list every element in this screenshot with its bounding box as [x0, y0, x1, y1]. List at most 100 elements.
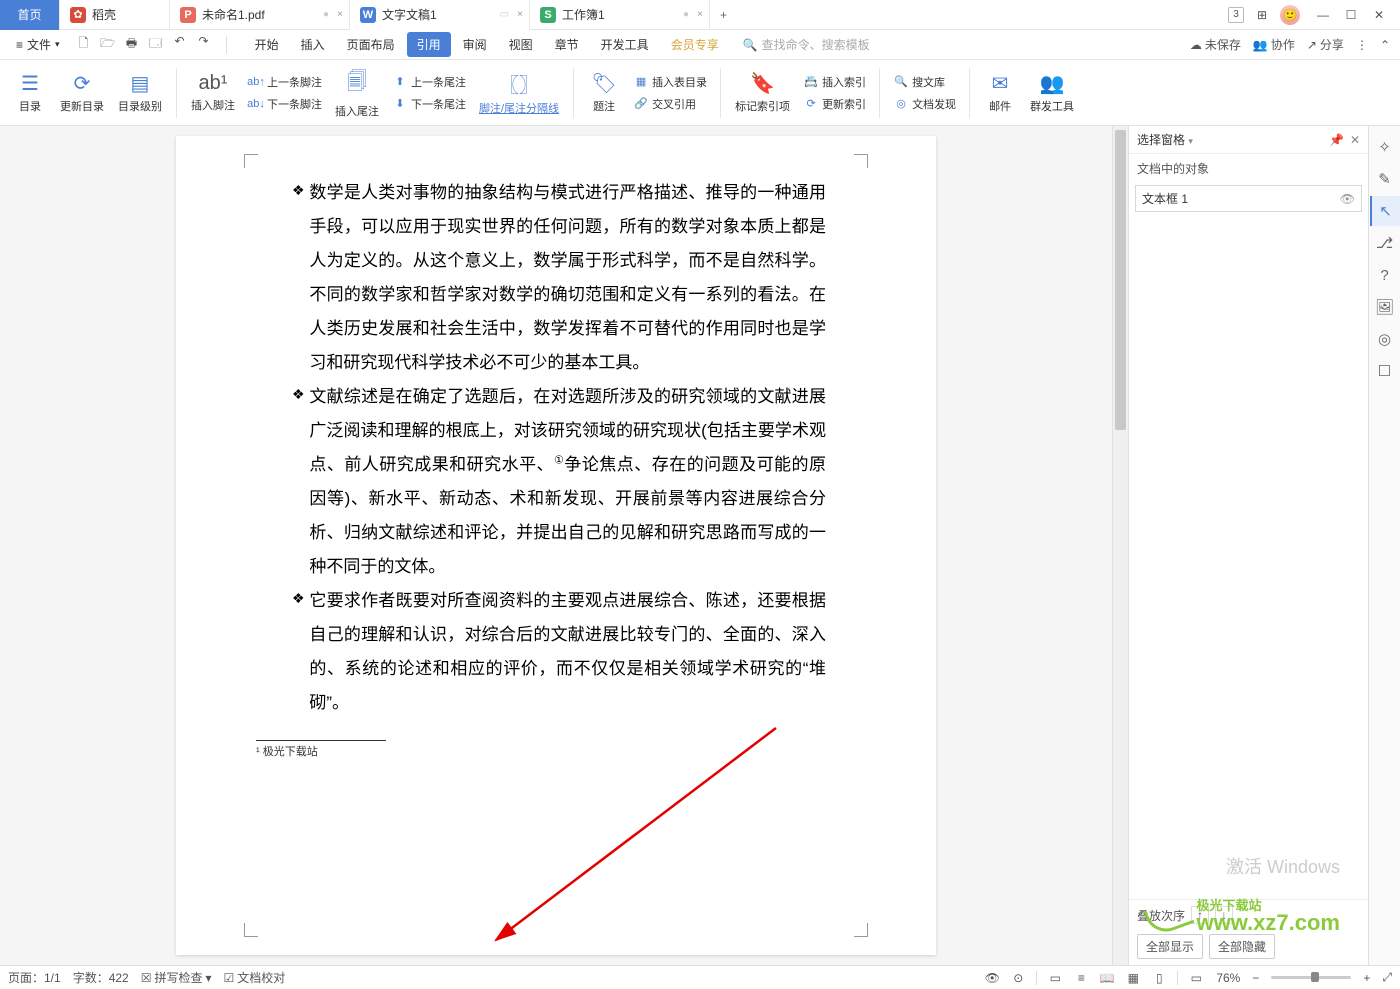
update-toc-button[interactable]: ⟳更新目录 — [56, 69, 108, 116]
close-window-button[interactable]: ✕ — [1366, 2, 1392, 28]
focus-icon[interactable]: ⊙ — [1010, 971, 1026, 985]
present-icon[interactable]: ▭ — [500, 9, 509, 20]
new-tab-button[interactable]: + — [710, 8, 737, 22]
toc-level-button[interactable]: ▤目录级别 — [114, 69, 166, 116]
next-footnote-button[interactable]: ab↓下一条脚注 — [245, 94, 325, 114]
page-indicator[interactable]: 页面：1/1 — [8, 969, 61, 986]
qat-print-icon[interactable]: 🖶 — [124, 34, 140, 55]
hide-all-button[interactable]: 全部隐藏 — [1209, 934, 1275, 959]
view-page-icon[interactable]: ▭ — [1047, 971, 1063, 985]
rail-settings-icon[interactable]: ⎇ — [1370, 228, 1400, 258]
ribbon-tab-start[interactable]: 开始 — [245, 32, 289, 57]
zoom-in-button[interactable]: + — [1363, 971, 1370, 985]
close-icon[interactable]: × — [337, 9, 343, 20]
zoom-out-button[interactable]: − — [1252, 971, 1259, 985]
rail-select-icon[interactable]: ↖ — [1370, 196, 1400, 226]
spellcheck-toggle[interactable]: ☒ 拼写检查 ▾ — [141, 969, 212, 986]
zoom-level[interactable]: 76% — [1216, 971, 1240, 985]
insert-table-toc-button[interactable]: ▦插入表目录 — [630, 72, 710, 92]
view-print-icon[interactable]: ▯ — [1151, 971, 1167, 985]
scrollbar-thumb[interactable] — [1115, 130, 1126, 430]
close-icon[interactable]: × — [697, 9, 703, 20]
search-library-button[interactable]: 🔍搜文库 — [890, 72, 959, 92]
file-menu[interactable]: ≡ 文件 ▾ — [10, 36, 66, 53]
command-search[interactable]: 🔍 查找命令、搜索模板 — [743, 36, 870, 53]
rail-image-icon[interactable]: 🖼 — [1370, 292, 1400, 322]
close-panel-icon[interactable]: ✕ — [1350, 133, 1360, 147]
mail-button[interactable]: ✉邮件 — [980, 69, 1020, 116]
pin-icon[interactable]: 📌 — [1329, 133, 1344, 147]
badge-docs-icon[interactable]: 3 — [1228, 7, 1244, 23]
group-tools-button[interactable]: 👥群发工具 — [1026, 69, 1078, 116]
minimize-button[interactable]: — — [1310, 2, 1336, 28]
paragraph[interactable]: 文献综述是在确定了选题后，在对选题所涉及的研究领域的文献进展广泛阅读和理解的根底… — [306, 380, 826, 584]
word-count[interactable]: 字数：422 — [73, 969, 129, 986]
apps-grid-icon[interactable]: ⊞ — [1254, 7, 1270, 23]
separator-icon: 〖〗 — [499, 69, 539, 98]
close-icon[interactable]: × — [517, 9, 523, 20]
doc-discover-button[interactable]: ◎文档发现 — [890, 94, 959, 114]
collapse-ribbon-icon[interactable]: ⌃ — [1380, 38, 1390, 52]
tab-daoke[interactable]: ✿ 稻壳 — [60, 0, 170, 30]
ribbon-tab-review[interactable]: 审阅 — [453, 32, 497, 57]
zoom-knob[interactable] — [1311, 972, 1319, 982]
tab-word-active[interactable]: W 文字文稿1 ▭ × — [350, 0, 530, 30]
maximize-button[interactable]: ☐ — [1338, 2, 1364, 28]
unsaved-indicator[interactable]: ☁未保存 — [1190, 36, 1241, 53]
footnote-separator-button[interactable]: 〖〗脚注/尾注分隔线 — [475, 67, 563, 118]
zoom-slider[interactable] — [1271, 976, 1351, 979]
move-up-button[interactable]: ↑ — [1191, 906, 1209, 924]
ribbon-tab-view[interactable]: 视图 — [499, 32, 543, 57]
next-endnote-button[interactable]: ⬇下一条尾注 — [389, 94, 469, 114]
tab-sheet[interactable]: S 工作簿1 ● × — [530, 0, 710, 30]
rail-help-icon[interactable]: ? — [1370, 260, 1400, 290]
fit-width-icon[interactable]: ▭ — [1188, 971, 1204, 985]
show-all-button[interactable]: 全部显示 — [1137, 934, 1203, 959]
prev-footnote-button[interactable]: ab↑上一条脚注 — [245, 72, 325, 92]
view-outline-icon[interactable]: ≡ — [1073, 971, 1089, 985]
insert-endnote-button[interactable]: 🗐插入尾注 — [331, 65, 383, 121]
rail-device-icon[interactable]: ☐ — [1370, 356, 1400, 386]
visibility-toggle-icon[interactable]: 👁 — [1340, 192, 1355, 206]
tab-home[interactable]: 首页 — [0, 0, 60, 30]
collab-button[interactable]: 👥协作 — [1253, 36, 1295, 53]
ribbon-tab-layout[interactable]: 页面布局 — [337, 32, 405, 57]
cross-ref-button[interactable]: 🔗交叉引用 — [630, 94, 710, 114]
mark-index-button[interactable]: 🔖标记索引项 — [731, 69, 794, 116]
insert-footnote-button[interactable]: ab¹插入脚注 — [187, 70, 239, 115]
ribbon-tab-chapter[interactable]: 章节 — [545, 32, 589, 57]
insert-index-button[interactable]: 📇插入索引 — [800, 72, 869, 92]
ribbon-tab-insert[interactable]: 插入 — [291, 32, 335, 57]
paragraph[interactable]: 它要求作者既要对所查阅资料的主要观点进展综合、陈述，还要根据自己的理解和认识，对… — [306, 584, 826, 720]
object-item[interactable]: 文本框 1 👁 — [1135, 185, 1362, 212]
qat-open-icon[interactable]: 🗁 — [100, 34, 116, 55]
tab-pdf[interactable]: P 未命名1.pdf ● × — [170, 0, 350, 30]
footnote-text[interactable]: ¹ 极光下载站 — [256, 741, 856, 759]
avatar-icon[interactable]: 🙂 — [1280, 5, 1300, 25]
proofread-toggle[interactable]: ☑ 文档校对 — [224, 969, 286, 986]
fullscreen-icon[interactable]: ⤢ — [1382, 970, 1392, 985]
view-web-icon[interactable]: ▦ — [1125, 971, 1141, 985]
share-button[interactable]: ↗分享 — [1307, 36, 1344, 53]
view-read-icon[interactable]: 📖 — [1099, 971, 1115, 985]
qat-preview-icon[interactable]: 🗔 — [148, 34, 164, 55]
document-area[interactable]: 数学是人类对事物的抽象结构与模式进行严格描述、推导的一种通用手段，可以应用于现实… — [0, 126, 1112, 965]
more-menu-icon[interactable]: ⋮ — [1356, 38, 1368, 52]
ribbon-tab-references[interactable]: 引用 — [407, 32, 451, 57]
vertical-scrollbar[interactable] — [1112, 126, 1128, 965]
move-down-button[interactable]: ↓ — [1215, 906, 1233, 924]
ribbon-tab-devtools[interactable]: 开发工具 — [591, 32, 659, 57]
qat-redo-icon[interactable]: ↷ — [196, 34, 212, 55]
rail-target-icon[interactable]: ◎ — [1370, 324, 1400, 354]
rail-pencil-icon[interactable]: ✎ — [1370, 164, 1400, 194]
update-index-button[interactable]: ⟳更新索引 — [800, 94, 869, 114]
caption-button[interactable]: 🏷题注 — [584, 69, 624, 116]
prev-endnote-button[interactable]: ⬆上一条尾注 — [389, 72, 469, 92]
qat-undo-icon[interactable]: ↶ — [172, 34, 188, 55]
ribbon-tab-member[interactable]: 会员专享 — [661, 32, 729, 57]
qat-new-icon[interactable]: 🗋 — [76, 34, 92, 55]
eye-icon[interactable]: 👁 — [984, 971, 1000, 985]
paragraph[interactable]: 数学是人类对事物的抽象结构与模式进行严格描述、推导的一种通用手段，可以应用于现实… — [306, 176, 826, 380]
rail-tool-1-icon[interactable]: ✧ — [1370, 132, 1400, 162]
toc-button[interactable]: ☰目录 — [10, 69, 50, 116]
